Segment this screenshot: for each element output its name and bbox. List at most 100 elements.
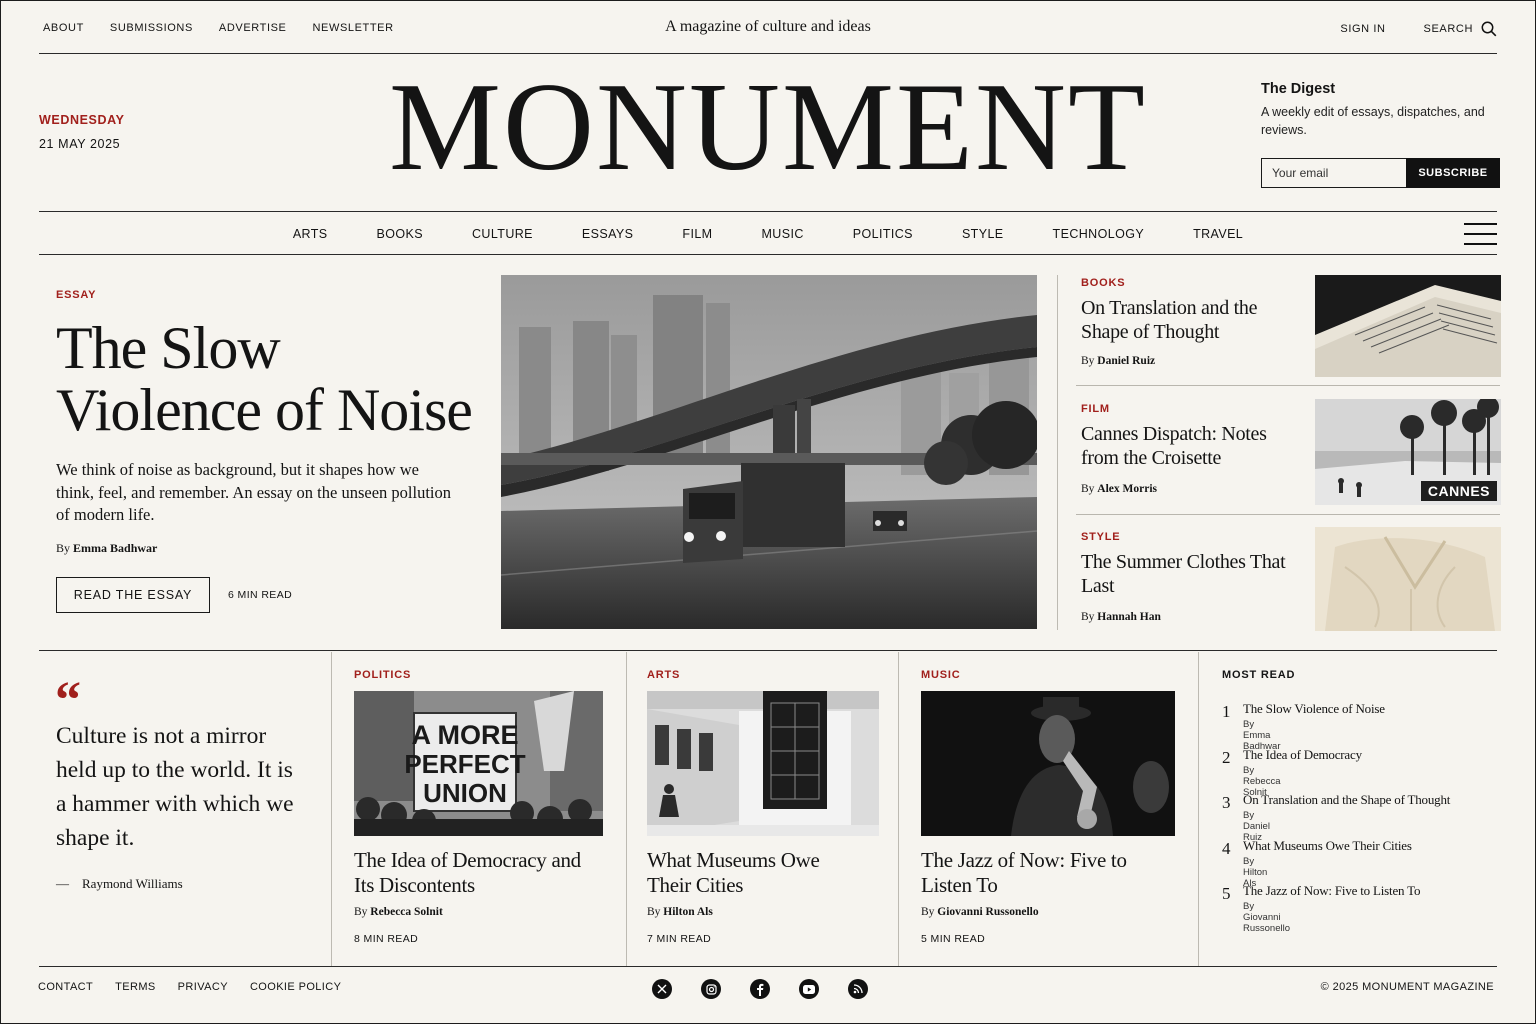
- card-byline: By Rebecca Solnit: [354, 906, 443, 918]
- quote-author: Raymond Williams: [82, 876, 183, 891]
- side-kicker[interactable]: STYLE: [1081, 531, 1120, 543]
- newsletter-signup: The Digest A weekly edit of essays, disp…: [1261, 81, 1501, 188]
- subscribe-button[interactable]: SUBSCRIBE: [1406, 158, 1500, 188]
- most-read-author: By Giovanni Russonello: [1243, 901, 1290, 934]
- side-author[interactable]: Hannah Han: [1097, 611, 1161, 623]
- card-byline: By Hilton Als: [647, 906, 713, 918]
- side-story-books[interactable]: BOOKS On Translation and the Shape of Th…: [1081, 275, 1501, 377]
- side-title[interactable]: Cannes Dispatch: Notes from the Croisett…: [1081, 423, 1301, 470]
- category-nav: ARTS BOOKS CULTURE ESSAYS FILM MUSIC POL…: [1, 227, 1535, 241]
- footer-cookie-policy[interactable]: COOKIE POLICY: [250, 981, 341, 993]
- side-title[interactable]: On Translation and the Shape of Thought: [1081, 297, 1301, 344]
- footer-privacy[interactable]: PRIVACY: [178, 981, 228, 993]
- cannes-label: CANNES: [1420, 481, 1497, 501]
- byline-prefix: By: [1081, 483, 1095, 495]
- side-author[interactable]: Daniel Ruiz: [1097, 355, 1155, 367]
- side-author[interactable]: Alex Morris: [1097, 483, 1157, 495]
- side-divider: [1076, 385, 1500, 386]
- card-title[interactable]: What Museums Owe Their Cities: [647, 848, 867, 898]
- card-kicker[interactable]: MUSIC: [921, 669, 960, 681]
- byline-prefix: By: [56, 541, 71, 555]
- cannes-image[interactable]: CANNES: [1315, 399, 1501, 505]
- account-controls: SIGN IN SEARCH: [1340, 21, 1497, 37]
- side-title[interactable]: The Summer Clothes That Last: [1081, 551, 1301, 598]
- byline-prefix: By: [1081, 611, 1095, 623]
- category-books[interactable]: BOOKS: [377, 227, 423, 241]
- rank-number: 3: [1222, 793, 1231, 812]
- category-arts[interactable]: ARTS: [293, 227, 328, 241]
- category-culture[interactable]: CULTURE: [472, 227, 533, 241]
- search-button[interactable]: SEARCH: [1424, 21, 1497, 37]
- rank-number: 4: [1222, 838, 1231, 858]
- card-title[interactable]: The Jazz of Now: Five to Listen To: [921, 848, 1171, 898]
- footer-nav: CONTACT TERMS PRIVACY COOKIE POLICY: [38, 981, 341, 993]
- side-byline: By Hannah Han: [1081, 611, 1161, 623]
- byline-prefix: By: [647, 906, 661, 918]
- quote-dash: —: [56, 876, 69, 891]
- protest-image[interactable]: A MORE PERFECT UNION: [354, 691, 603, 836]
- category-music[interactable]: MUSIC: [761, 227, 803, 241]
- search-icon: [1481, 21, 1497, 37]
- category-politics[interactable]: POLITICS: [853, 227, 913, 241]
- category-style[interactable]: STYLE: [962, 227, 1004, 241]
- most-read-title-link[interactable]: The Idea of Democracy: [1243, 747, 1362, 763]
- card-read-time: 8 MIN READ: [354, 933, 419, 945]
- card-author[interactable]: Giovanni Russonello: [937, 906, 1038, 918]
- column-rule: [898, 652, 899, 966]
- book-image[interactable]: [1315, 275, 1501, 377]
- most-read-title-link[interactable]: The Slow Violence of Noise: [1243, 701, 1385, 717]
- quote-mark: “: [55, 672, 81, 729]
- hero-title[interactable]: The Slow Violence of Noise: [56, 317, 496, 441]
- category-essays[interactable]: ESSAYS: [582, 227, 634, 241]
- hero-author[interactable]: Emma Badhwar: [73, 541, 157, 555]
- hero-image[interactable]: [501, 275, 1037, 629]
- category-film[interactable]: FILM: [682, 227, 712, 241]
- sign-in-link[interactable]: SIGN IN: [1340, 23, 1385, 35]
- footer-terms[interactable]: TERMS: [115, 981, 156, 993]
- card-kicker[interactable]: ARTS: [647, 669, 680, 681]
- tagline: A magazine of culture and ideas: [665, 18, 871, 35]
- card-kicker[interactable]: POLITICS: [354, 669, 411, 681]
- side-divider: [1076, 514, 1500, 515]
- facebook-icon[interactable]: [750, 979, 770, 999]
- most-read-title-link[interactable]: What Museums Owe Their Cities: [1243, 838, 1412, 854]
- hero-byline: By Emma Badhwar: [56, 541, 157, 556]
- card-author[interactable]: Rebecca Solnit: [370, 906, 443, 918]
- hero-dek: We think of noise as background, but it …: [56, 460, 451, 524]
- footer-contact[interactable]: CONTACT: [38, 981, 93, 993]
- card-author[interactable]: Hilton Als: [663, 906, 713, 918]
- footer-divider: [39, 966, 1497, 967]
- side-kicker[interactable]: BOOKS: [1081, 277, 1125, 289]
- hero-kicker[interactable]: ESSAY: [56, 289, 96, 301]
- rss-icon[interactable]: [848, 979, 868, 999]
- youtube-icon[interactable]: [799, 979, 819, 999]
- column-rule: [626, 652, 627, 966]
- rank-number: 2: [1222, 747, 1231, 767]
- category-travel[interactable]: TRAVEL: [1193, 227, 1243, 241]
- sign-line-3: UNION: [423, 778, 507, 808]
- read-essay-button[interactable]: READ THE ESSAY: [56, 577, 210, 613]
- search-label: SEARCH: [1423, 23, 1473, 35]
- instagram-icon[interactable]: [701, 979, 721, 999]
- nav-divider: [39, 254, 1497, 255]
- email-input[interactable]: [1261, 158, 1406, 188]
- most-read-title-link[interactable]: On Translation and the Shape of Thought: [1243, 792, 1450, 808]
- most-read-title: MOST READ: [1222, 669, 1296, 681]
- menu-icon[interactable]: [1464, 223, 1497, 245]
- side-column-rule: [1057, 275, 1058, 630]
- sign-line-1: A MORE: [412, 720, 519, 750]
- masthead-divider: [39, 211, 1497, 212]
- x-icon[interactable]: [652, 979, 672, 999]
- column-rule: [1198, 652, 1199, 966]
- side-story-style[interactable]: STYLE The Summer Clothes That Last By Ha…: [1081, 527, 1501, 631]
- card-title[interactable]: The Idea of Democracy and Its Discontent…: [354, 848, 604, 898]
- page: ABOUT SUBMISSIONS ADVERTISE NEWSLETTER A…: [0, 0, 1536, 1024]
- category-technology[interactable]: TECHNOLOGY: [1053, 227, 1145, 241]
- most-read-title-link[interactable]: The Jazz of Now: Five to Listen To: [1243, 883, 1420, 899]
- museum-image[interactable]: [647, 691, 879, 836]
- side-kicker[interactable]: FILM: [1081, 403, 1110, 415]
- pull-quote: Culture is not a mirror held up to the w…: [56, 723, 294, 851]
- clothes-image[interactable]: [1315, 527, 1501, 631]
- jazz-image[interactable]: [921, 691, 1175, 836]
- side-story-film[interactable]: FILM Cannes Dispatch: Notes from the Cro…: [1081, 399, 1501, 507]
